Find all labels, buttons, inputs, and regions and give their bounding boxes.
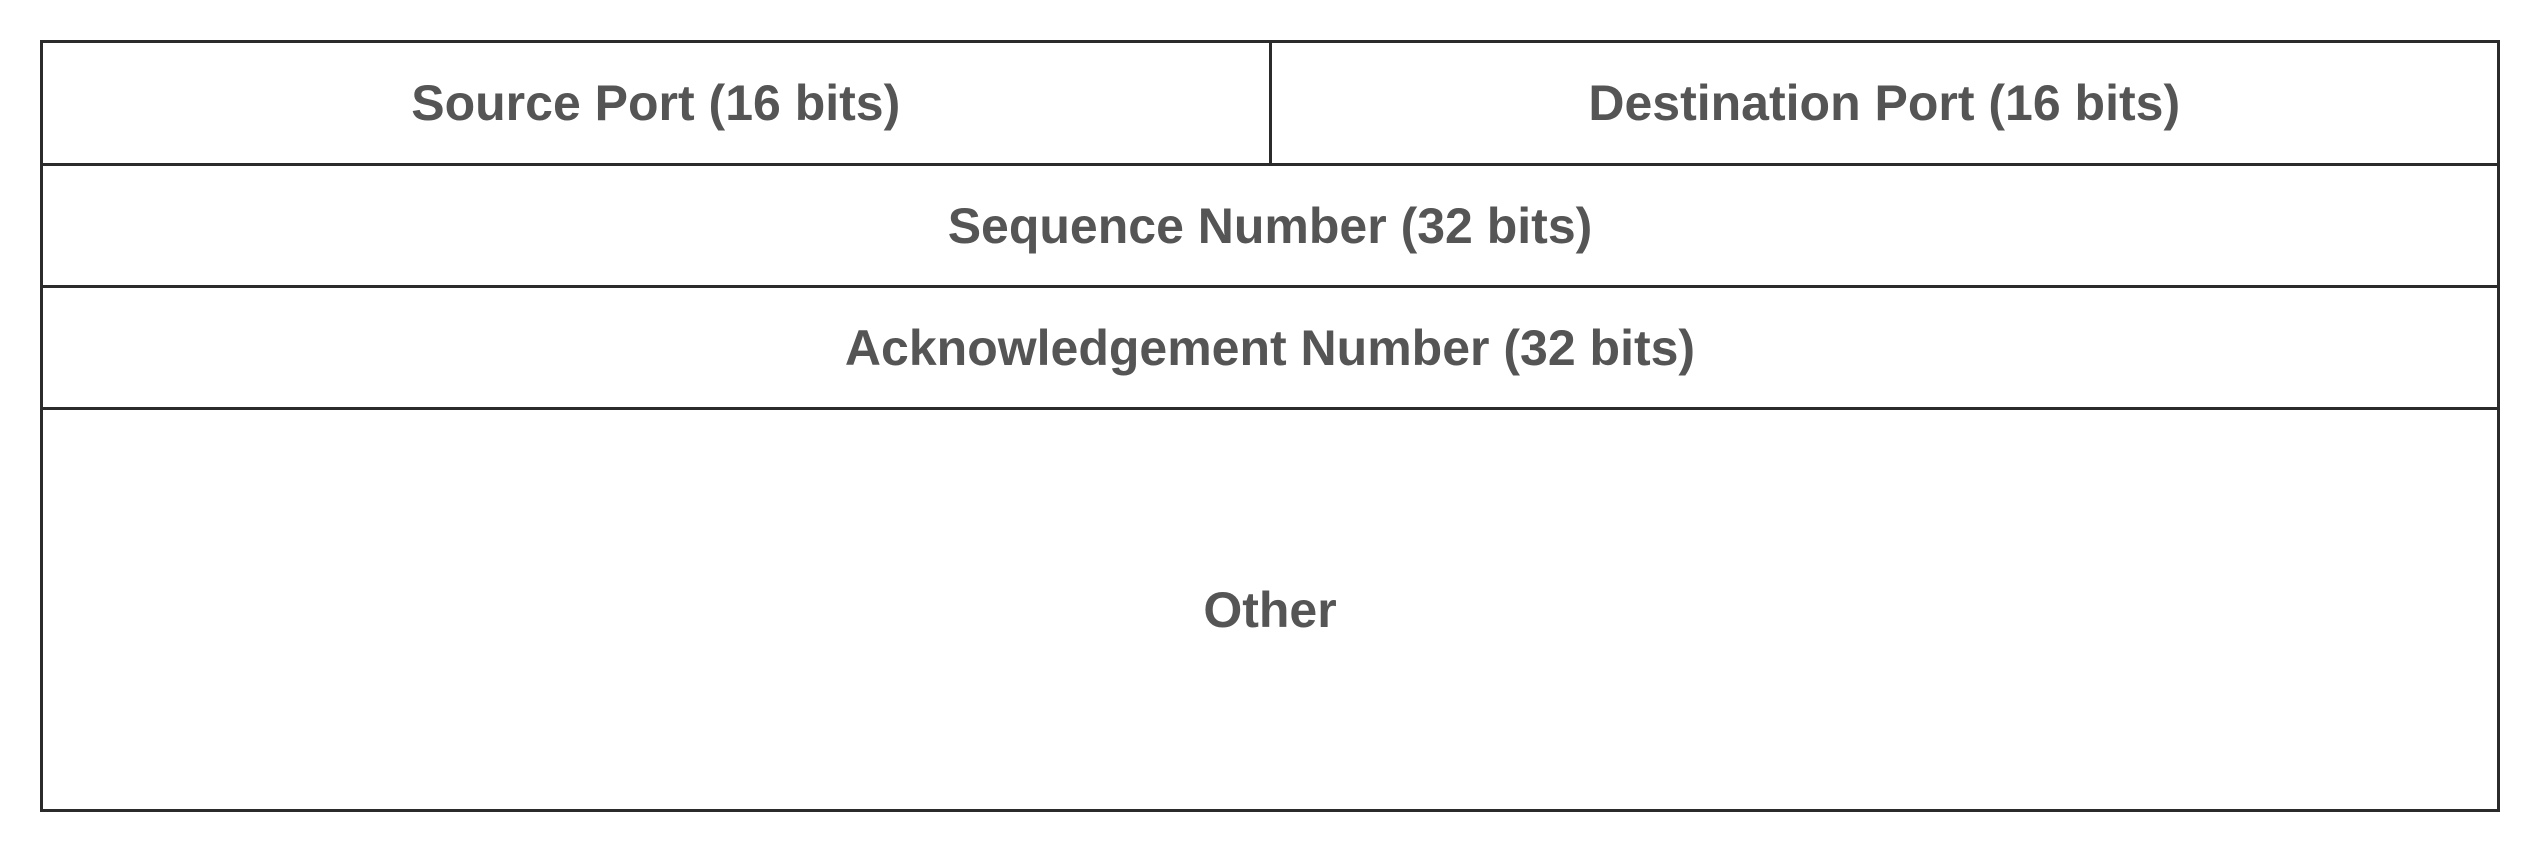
other-field: Other [1203,581,1337,638]
source-port-field: Source Port (16 bits) [43,43,1272,163]
destination-port-field: Destination Port (16 bits) [1588,75,2181,131]
acknowledgement-number-field: Acknowledgement Number (32 bits) [844,319,1696,376]
other-row: Other [43,410,2497,809]
sequence-number-field: Sequence Number (32 bits) [947,197,1593,254]
tcp-header-diagram: Source Port (16 bits) Destination Port (… [40,40,2500,812]
acknowledgement-number-row: Acknowledgement Number (32 bits) [43,288,2497,410]
sequence-number-row: Sequence Number (32 bits) [43,166,2497,288]
ports-row: Source Port (16 bits) Destination Port (… [43,43,2497,166]
